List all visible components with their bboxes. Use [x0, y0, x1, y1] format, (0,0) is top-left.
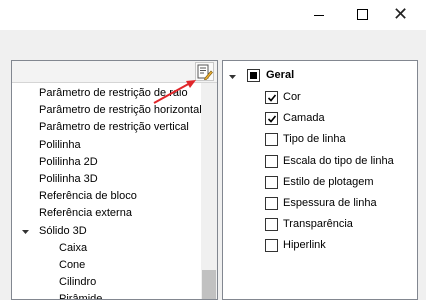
property-checkbox[interactable] — [265, 91, 278, 104]
tree-item-label: Cilindro — [59, 276, 97, 289]
property-checkbox[interactable] — [265, 112, 278, 126]
property-checkbox[interactable] — [265, 175, 278, 189]
tree-item-label: Parâmetro de restrição vertical — [39, 121, 189, 134]
panel-header — [12, 61, 217, 83]
close-icon: ✕ — [393, 4, 409, 24]
tree-item-label: Parâmetro de restrição de raio — [39, 87, 188, 99]
tree-item-label: Cone — [59, 259, 86, 271]
scrollbar-thumb[interactable] — [202, 270, 216, 299]
edit-list-icon — [197, 64, 213, 80]
property-checkbox[interactable] — [265, 154, 278, 168]
property-checkbox[interactable] — [265, 218, 278, 232]
property-option-label: Estilo de plotagem — [283, 175, 374, 188]
tree-item-label: Parâmetro de restrição horizontal — [39, 104, 202, 117]
partial-check-indicator — [250, 72, 257, 79]
maximize-button[interactable] — [341, 0, 385, 30]
minimize-button[interactable] — [297, 0, 341, 30]
vertical-scrollbar[interactable] — [201, 83, 217, 299]
tree-item-label: Polilinha 2D — [39, 155, 98, 168]
edit-object-list-button[interactable] — [195, 62, 214, 81]
checkmark-icon — [267, 115, 277, 123]
tree-item-label: Polilinha 3D — [39, 173, 98, 185]
property-checkbox[interactable] — [265, 239, 278, 253]
property-option-label: Camada — [283, 112, 325, 125]
property-checkbox[interactable] — [265, 133, 278, 147]
property-checkbox[interactable] — [265, 197, 278, 210]
close-button[interactable]: ✕ — [385, 0, 426, 30]
tree-expander-icon[interactable] — [22, 223, 32, 240]
tree-item-label: Referência de bloco — [39, 190, 137, 203]
property-option-label: Tipo de linha — [283, 133, 346, 146]
tree-item-label: Pirâmide — [59, 293, 103, 300]
tree-item-label: Sólido 3D — [39, 224, 87, 237]
group-expander-icon[interactable] — [229, 73, 238, 82]
tree-item-label: Referência externa — [39, 207, 132, 220]
group-label-general: Geral — [266, 69, 295, 81]
tree-item-label: Polilinha — [39, 138, 81, 151]
property-option-label: Espessura de linha — [283, 197, 377, 209]
maximize-icon — [357, 9, 368, 20]
checkmark-icon — [267, 94, 277, 102]
property-option-label: Escala do tipo de linha — [283, 154, 394, 167]
object-type-panel: Parâmetro de restrição de raio Parâmetro … — [11, 60, 218, 300]
title-bar: ✕ — [0, 0, 426, 30]
property-option-label: Cor — [283, 91, 301, 103]
group-checkbox-general[interactable] — [247, 69, 260, 82]
property-panel: Geral Cor Camada Tipo de linha Escala do ti… — [222, 60, 418, 300]
property-option-label: Transparência — [283, 218, 353, 231]
tree-item-label: Caixa — [59, 241, 88, 254]
property-option-label: Hiperlink — [283, 239, 326, 252]
minimize-icon — [314, 15, 324, 16]
